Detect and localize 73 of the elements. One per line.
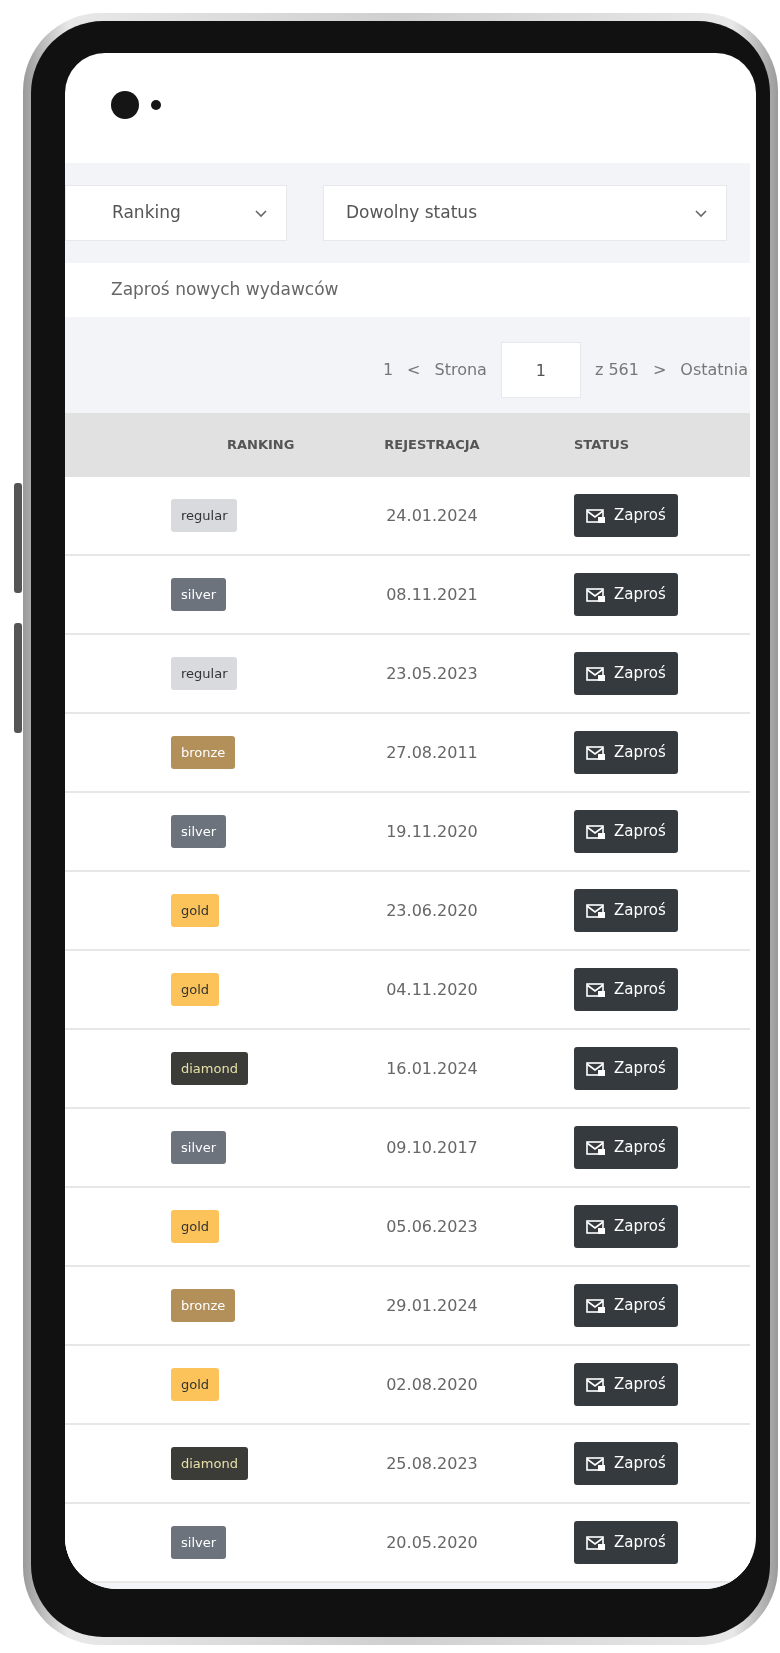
invite-link[interactable]: Zaproś nowych wydawców	[111, 277, 339, 303]
tier-tag: silver	[171, 1525, 227, 1560]
registration-date: 23.06.2020	[385, 899, 479, 922]
invite-button[interactable]: Zaproś	[574, 1442, 678, 1485]
envelope-icon	[586, 981, 606, 998]
tier-tag: regular	[171, 498, 238, 533]
dropdown-select[interactable]: Dowolny status	[323, 185, 727, 241]
registration-date: 04.11.2020	[385, 978, 479, 1001]
column-header: REJESTRACJA	[383, 436, 481, 455]
registration-date: 16.01.2024	[385, 1057, 479, 1080]
invite-button[interactable]: Zaproś	[574, 494, 678, 537]
invite-button[interactable]: Zaproś	[574, 1284, 678, 1327]
registration-date: 20.05.2020	[385, 1531, 479, 1554]
prev-page-link[interactable]: <	[407, 358, 421, 382]
tier-tag: gold	[171, 1367, 220, 1402]
tier-tag: gold	[171, 972, 220, 1007]
tier-tag: gold	[171, 1209, 220, 1244]
registration-date: 09.10.2017	[385, 1136, 479, 1159]
page-total: z 561	[594, 359, 639, 381]
invite-button[interactable]: Zaproś	[574, 889, 678, 932]
tier-tag: silver	[171, 577, 227, 612]
registration-date: 27.08.2011	[385, 741, 479, 764]
registration-date: 02.08.2020	[385, 1373, 479, 1396]
envelope-icon	[586, 1534, 606, 1551]
camera-lens-icon	[111, 91, 139, 119]
invite-button[interactable]: Zaproś	[574, 731, 678, 774]
column-header: STATUS	[573, 436, 631, 455]
next-page-link[interactable]: >	[652, 358, 667, 382]
first-page-link[interactable]: 1	[382, 358, 394, 382]
envelope-icon	[586, 744, 606, 761]
envelope-icon	[586, 1297, 606, 1314]
registration-date: 19.11.2020	[385, 820, 479, 843]
invite-button[interactable]: Zaproś	[574, 1126, 678, 1169]
chevron-down-icon	[694, 208, 708, 218]
tier-tag: bronze	[171, 1288, 236, 1323]
envelope-icon	[586, 665, 606, 682]
envelope-icon	[586, 1060, 606, 1077]
registration-date: 24.01.2024	[385, 504, 479, 527]
invite-button[interactable]: Zaproś	[574, 1047, 678, 1090]
tier-tag: silver	[171, 814, 227, 849]
tier-tag: diamond	[171, 1446, 248, 1481]
tier-tag: gold	[171, 893, 220, 928]
registration-date: 05.06.2023	[385, 1215, 479, 1238]
page-label: Strona	[434, 359, 487, 381]
invite-button[interactable]: Zaproś	[574, 968, 678, 1011]
invite-button[interactable]: Zaproś	[574, 1521, 678, 1564]
invite-button[interactable]: Zaproś	[574, 810, 678, 853]
invite-button[interactable]: Zaproś	[574, 1363, 678, 1406]
invite-button[interactable]: Zaproś	[574, 573, 678, 616]
sensor-dot-icon	[151, 100, 161, 110]
invite-button[interactable]: Zaproś	[574, 652, 678, 695]
envelope-icon	[586, 586, 606, 603]
envelope-icon	[586, 1376, 606, 1393]
page-input[interactable]: 1	[500, 342, 581, 398]
tier-tag: bronze	[171, 735, 236, 770]
tier-tag: silver	[171, 1130, 227, 1165]
envelope-icon	[586, 1218, 606, 1235]
registration-date: 25.08.2023	[385, 1452, 479, 1475]
envelope-icon	[586, 1455, 606, 1472]
column-header: RANKING	[226, 436, 296, 455]
invite-button[interactable]: Zaproś	[574, 1205, 678, 1248]
tier-tag: regular	[171, 656, 238, 691]
envelope-icon	[586, 902, 606, 919]
registration-date: 08.11.2021	[385, 583, 479, 606]
envelope-icon	[586, 507, 606, 524]
tier-tag: diamond	[171, 1051, 248, 1086]
dropdown-select[interactable]: Ranking	[65, 185, 287, 241]
registration-date: 29.01.2024	[385, 1294, 479, 1317]
registration-date: 23.05.2023	[385, 662, 479, 685]
chevron-down-icon	[254, 208, 268, 218]
envelope-icon	[586, 823, 606, 840]
envelope-icon	[586, 1139, 606, 1156]
last-page-link[interactable]: Ostatnia	[680, 358, 748, 382]
